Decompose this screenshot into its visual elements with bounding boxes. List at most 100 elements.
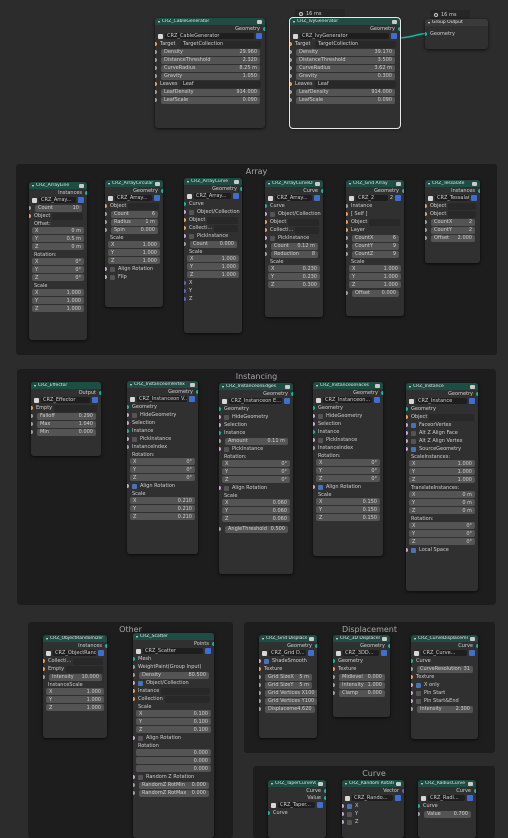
scale-z-field[interactable]: Z 1.000 [187,271,239,278]
rotation-y-field[interactable]: Y 0° [32,266,84,273]
scale-x-field[interactable]: X 0.230 [268,265,320,272]
object-field[interactable] [369,218,400,226]
group-selector[interactable]: CRZ_Instanceon... [313,396,383,404]
gravity-field[interactable]: Gravity 0.300 [296,72,395,80]
x-checkbox[interactable]: X [342,802,404,810]
rotation-y-field[interactable]: Y 0° [130,466,195,473]
group-selector[interactable]: CRZ_Curve... [411,649,478,657]
curve-resolution-field[interactable]: CurveResolution 31 [417,665,473,673]
translate-z-field[interactable]: Z0 m [409,507,475,514]
count-field[interactable]: Count 0.12 m [271,242,318,250]
hide-geometry-checkbox[interactable]: HideGeometry [127,411,198,419]
hide-geometry-checkbox[interactable]: HideGeometry [219,413,293,421]
node-grid-displace[interactable]: ▾ CRZ_Grid Displace Geometry CRZ_Grid D..… [259,635,317,738]
scale-x-field[interactable]: X 0.060 [222,499,290,506]
pin-start-end-checkbox[interactable]: Pin Start&End [411,697,478,705]
gravity-field[interactable]: Gravity 1.050 [161,72,260,80]
group-selector[interactable]: CRZ_Instance [406,397,478,405]
pick-instance-checkbox[interactable]: PickInstance [127,435,198,443]
scale-y-field[interactable]: Y 0.210 [130,505,195,512]
translate-y-field[interactable]: Y0 m [409,499,475,506]
scale-z-field[interactable]: Z 1.000 [32,305,84,312]
node-instance-on-edges[interactable]: ▾ CRZ_InstanceonEdges Geometry CRZ_Instan… [219,383,293,574]
scale-y-field[interactable]: Y 0.100 [136,718,211,725]
scale-z-field[interactable]: Z 1.000 [349,281,401,288]
scale-y-field[interactable]: Y 1.000 [32,297,84,304]
leaf-scale-field[interactable]: LeafScale 0.090 [296,96,395,104]
scale-y-field[interactable]: Y 1.000 [187,263,239,270]
align-rotation-checkbox[interactable]: Align Rotation [313,483,383,491]
spin-field[interactable]: Spin 0.000 [111,226,158,234]
density-field[interactable]: Density 80.500 [139,671,209,679]
count-z-field[interactable]: CountZ 9 [352,250,399,258]
align-rotation-checkbox[interactable]: Align Rotation [127,482,198,490]
count-field[interactable]: Count 6 [111,210,158,218]
group-selector[interactable]: CRZ_2 2 [346,194,404,202]
scale-z-field[interactable]: Z 0.210 [130,513,195,520]
grid-size-y-field[interactable]: Grid SizeY 5 m [265,681,312,689]
scale-y-field[interactable]: Y 0.230 [268,273,320,280]
scale-z-field[interactable]: Z 1.000 [409,476,475,483]
object-field[interactable] [52,212,83,220]
amount-field[interactable]: Amount 0.11 m [225,437,288,445]
object-field[interactable] [288,218,319,226]
intensity-field[interactable]: Intensity 1.000 [339,681,385,689]
object-field[interactable] [448,202,476,210]
rotation-x-field[interactable]: X 0° [222,460,290,467]
group-selector[interactable]: CRZ_Tessalat... [425,194,480,202]
node-taper-curve-value[interactable]: ▾CRZ_TaperCurveValue Curve Value CRZ_Tap… [268,780,326,838]
alt-z-align-face-checkbox[interactable]: Alt Z Align Face [406,429,478,437]
scale-y-field[interactable]: Y 0.150 [316,506,380,513]
object-field[interactable] [207,216,238,224]
group-selector[interactable]: CRZ_Taper... [268,801,326,809]
offset-z-field[interactable]: Z0 m [32,243,84,250]
falloff-field[interactable]: Falloff 0.290 [37,412,96,420]
group-selector[interactable]: CRZ_Array... [265,194,323,202]
object-collection-checkbox[interactable]: Object/Collection [265,210,323,218]
group-selector[interactable]: CRZ_Scatter [133,647,214,655]
alt-z-align-vertex-checkbox[interactable]: Alt Z Align Vertex [406,437,478,445]
instance-field[interactable] [161,687,210,695]
source-geometry-checkbox[interactable]: SourceGeometry [406,445,478,453]
group-selector[interactable]: CRZ_Array... [105,194,163,202]
leaves-field[interactable]: Leaf [315,80,396,88]
pin-start-checkbox[interactable]: Pin Start [411,689,478,697]
flip-checkbox[interactable]: Flip [105,273,163,281]
group-selector[interactable]: CRZ_ObjectRando... [43,649,107,657]
rotation-z-field[interactable]: Z 0° [222,476,290,483]
target-field[interactable]: TargetCollection [315,40,396,48]
offset-field[interactable]: Offset 0.000 [352,289,399,297]
scale-x-field[interactable]: X 1.000 [46,688,104,695]
scale-x-field[interactable]: X 0.210 [130,497,195,504]
scale-x-field[interactable]: X 1.000 [349,265,401,272]
scale-x-field[interactable]: X 1.000 [32,289,84,296]
pick-instance-checkbox[interactable]: PickInstance [313,436,383,444]
x-only-checkbox[interactable]: X only [411,681,478,689]
rotation-z-field[interactable]: Z 0° [409,538,475,545]
rotation-z-field[interactable]: 0.000 [136,765,211,772]
hide-geometry-checkbox[interactable]: HideGeometry [313,412,383,420]
rotation-z-field[interactable]: Z 0° [32,274,84,281]
scale-z-field[interactable]: Z 1.000 [108,257,160,264]
random-z-rot-min-field[interactable]: RandomZ RotMin 0.000 [139,781,209,789]
offset-x-field[interactable]: X0 m [32,227,84,234]
radius-field[interactable]: Radius 1 m [111,218,158,226]
group-selector[interactable]: CRZ_3DD... [333,649,390,657]
random-z-rotation-checkbox[interactable]: Random Z Rotation [133,773,214,781]
translate-x-field[interactable]: X0 m [409,491,475,498]
scale-x-field[interactable]: X 0.100 [136,710,211,717]
group-selector[interactable]: CRZ_Array... [29,196,87,204]
group-selector[interactable]: CRZ_Array... [184,192,242,200]
min-field[interactable]: Min 0.000 [37,428,96,436]
rotation-y-field[interactable]: Y 0° [222,468,290,475]
align-rotation-checkbox[interactable]: Align Rotation [133,734,214,742]
rotation-x-field[interactable]: X 0° [130,458,195,465]
count-x-field[interactable]: CountX 6 [352,234,399,242]
rotation-z-field[interactable]: Z 0° [316,475,380,482]
collection-field[interactable] [73,657,103,665]
grid-vertices-x-field[interactable]: Grid Vertices X 100 [265,689,317,697]
distance-threshold-field[interactable]: DistanceThreshold 2.320 [161,56,260,64]
node-object-randomizer[interactable]: ▾ CRZ_ObjectRandomizer Instances CRZ_Obje… [43,635,107,738]
scale-y-field[interactable]: Y 1.000 [409,468,475,475]
scale-x-field[interactable]: X 1.000 [187,255,239,262]
